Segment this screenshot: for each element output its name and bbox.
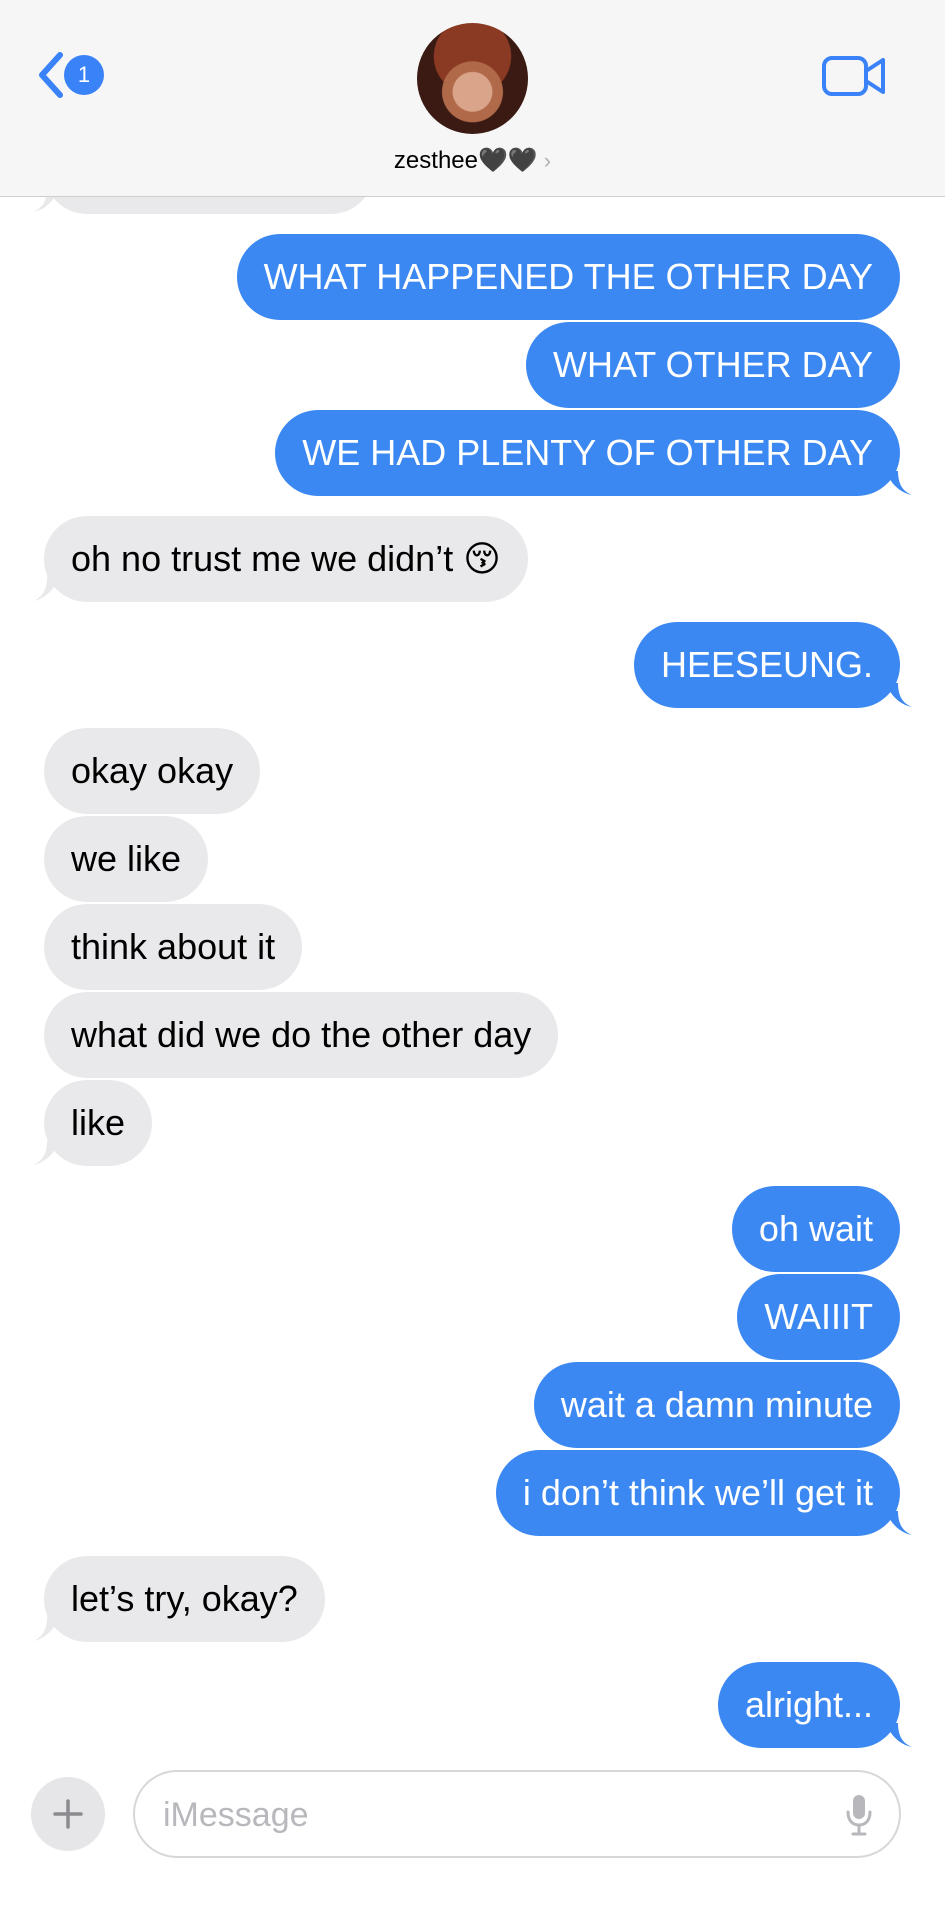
message-bubble[interactable]: oh no trust me we didn’t 😚 (44, 516, 528, 602)
bubble-tail (886, 683, 912, 707)
message-bubble[interactable]: WHAT OTHER DAY (525, 322, 900, 408)
message-bubble[interactable]: i don’t think we’ll get it (495, 1450, 900, 1536)
unread-count-badge: 1 (64, 55, 104, 95)
video-camera-icon[interactable] (822, 55, 886, 97)
message-bubble[interactable]: we like (44, 816, 209, 902)
message-bubble[interactable]: WE HAD PLENTY OF OTHER DAY (275, 410, 900, 496)
contact-name-button[interactable]: zesthee🖤🖤 › (0, 146, 945, 175)
apps-plus-button[interactable] (31, 1777, 105, 1851)
microphone-icon[interactable] (845, 1794, 873, 1836)
bubble-tail (886, 1511, 912, 1535)
message-bubble[interactable]: oh wait (731, 1186, 900, 1272)
imessage-field[interactable] (133, 1770, 901, 1858)
bubble-tail (33, 577, 59, 601)
chevron-left-icon (39, 52, 63, 98)
message-bubble[interactable]: wait a damn minute (533, 1362, 900, 1448)
message-bubble[interactable]: what did we do the other day (44, 992, 559, 1078)
contact-name: zesthee🖤🖤 (393, 147, 538, 174)
bubble-tail (886, 471, 912, 495)
bubble-tail (33, 1141, 59, 1165)
avatar[interactable] (417, 23, 528, 134)
chevron-right-icon: › (543, 148, 552, 173)
message-bubble[interactable]: think about it (44, 904, 303, 990)
conversation-header: 1 zesthee🖤🖤 › (0, 0, 945, 197)
message-bubble[interactable]: HEESEUNG. (633, 622, 900, 708)
imessage-input[interactable] (161, 1772, 805, 1858)
message-bubble[interactable]: okay okay (44, 728, 261, 814)
bubble-tail (886, 1723, 912, 1747)
message-bubble[interactable]: let’s try, okay? (44, 1556, 325, 1642)
message-bubble[interactable]: WAIIIT (737, 1274, 900, 1360)
message-bubble[interactable]: like (44, 1080, 153, 1166)
message-thread: WHAT HAPPENED THE OTHER DAY WHAT OTHER D… (0, 0, 945, 1920)
message-bubble[interactable]: WHAT HAPPENED THE OTHER DAY (236, 234, 900, 320)
bubble-tail (33, 1617, 59, 1641)
plus-icon (53, 1799, 83, 1829)
back-button[interactable]: 1 (36, 52, 104, 98)
message-bubble[interactable]: alright... (717, 1662, 900, 1748)
message-composer (0, 1756, 945, 1920)
